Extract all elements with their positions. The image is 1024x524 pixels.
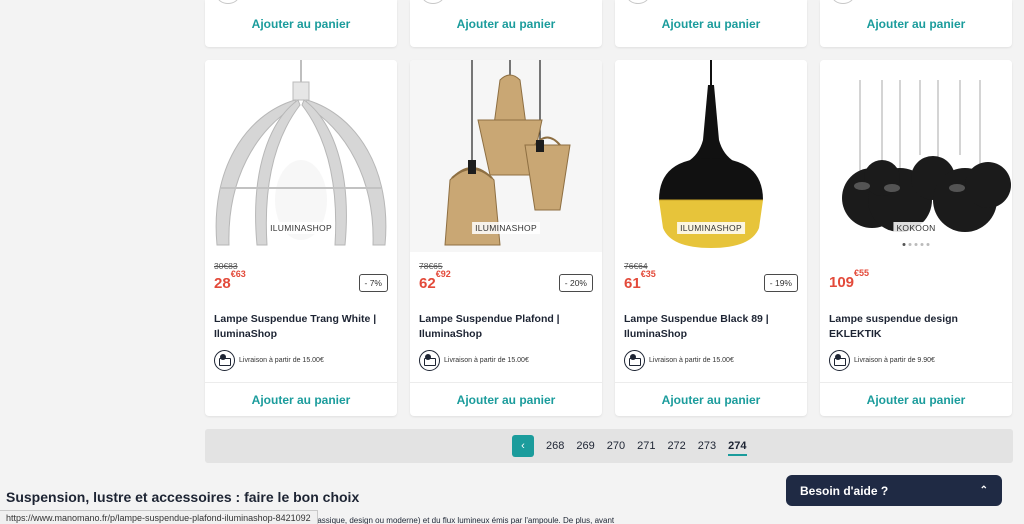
product-card-footer: Ajouter au panier — [820, 0, 1012, 47]
current-price: 62€92 — [419, 269, 451, 292]
delivery-text: Livraison à partir de 9.90€ — [854, 357, 935, 364]
page-link[interactable]: 271 — [631, 440, 661, 452]
delivery-text: Livraison à partir de 15.00€ — [444, 357, 529, 364]
price-decimal: €35 — [640, 269, 656, 279]
carousel-dot[interactable] — [908, 243, 912, 246]
delivery-icon — [419, 350, 440, 371]
delivery-info: Livraison à partir de 15.00€ — [214, 350, 388, 371]
page-link[interactable]: 272 — [661, 440, 691, 452]
image-carousel-dots[interactable] — [902, 243, 930, 246]
add-to-cart-button[interactable]: Ajouter au panier — [662, 17, 761, 31]
price-integer: 61 — [624, 275, 641, 292]
page-link-current[interactable]: 274 — [722, 440, 752, 456]
delivery-icon — [829, 350, 850, 371]
current-price: 61€35 — [624, 269, 656, 292]
price-integer: 62 — [419, 275, 436, 292]
add-to-cart-button[interactable]: Ajouter au panier — [252, 393, 351, 407]
delivery-info: Livraison à partir de 9.90€ — [829, 350, 1003, 371]
current-price: 28€63 — [214, 269, 246, 292]
page-link[interactable]: 270 — [601, 440, 631, 452]
seller-badge: ILUMINASHOP — [267, 222, 335, 234]
add-to-cart-button[interactable]: Ajouter au panier — [457, 17, 556, 31]
help-label: Besoin d'aide ? — [800, 483, 889, 498]
price-decimal: €92 — [435, 269, 451, 279]
card-footer: Ajouter au panier — [615, 382, 807, 416]
delivery-icon — [832, 0, 854, 4]
product-card[interactable]: ILUMINASHOP 30€83 28€63 - 7% Lampe Suspe… — [205, 60, 397, 416]
status-url: https://www.manomano.fr/p/lampe-suspendu… — [0, 510, 318, 524]
price-block: 76€64 61€35 - 19% — [624, 261, 798, 301]
carousel-dot[interactable] — [926, 243, 930, 246]
seller-badge: KOKOON — [893, 222, 939, 234]
delivery-info: Livraison à partir de 15.00€ — [419, 350, 593, 371]
product-card[interactable]: ILUMINASHOP 76€64 61€35 - 19% Lampe Susp… — [615, 60, 807, 416]
chevron-up-icon: ⌃ — [979, 485, 988, 496]
help-button[interactable]: Besoin d'aide ? ⌃ — [786, 475, 1002, 506]
product-image[interactable]: ILUMINASHOP — [615, 60, 807, 252]
discount-badge: - 7% — [358, 274, 388, 292]
delivery-icon — [624, 350, 645, 371]
product-image[interactable]: ILUMINASHOP — [205, 60, 397, 252]
delivery-icon — [422, 0, 444, 4]
add-to-cart-button[interactable]: Ajouter au panier — [867, 17, 966, 31]
delivery-icon — [214, 350, 235, 371]
product-image[interactable]: ILUMINASHOP — [410, 60, 602, 252]
card-footer: Ajouter au panier — [410, 382, 602, 416]
delivery-icon — [217, 0, 239, 4]
card-footer: Ajouter au panier — [820, 382, 1012, 416]
delivery-info: Livraison à partir de 15.00€ — [624, 350, 798, 371]
product-card-footer: Ajouter au panier — [410, 0, 602, 47]
add-to-cart-button[interactable]: Ajouter au panier — [252, 17, 351, 31]
section-title: Suspension, lustre et accessoires : fair… — [6, 489, 360, 505]
product-card-footer: Ajouter au panier — [615, 0, 807, 47]
delivery-text: Livraison à partir de 15.00€ — [239, 357, 324, 364]
product-card[interactable]: KOKOON 109€55 Lampe suspendue design EKL… — [820, 60, 1012, 416]
current-price: 109€55 — [829, 268, 869, 291]
add-to-cart-button[interactable]: Ajouter au panier — [867, 393, 966, 407]
product-title[interactable]: Lampe Suspendue Plafond | IluminaShop — [419, 312, 593, 342]
previous-row: Ajouter au panier Ajouter au panier Ajou… — [205, 0, 1012, 47]
pagination: ‹ 268 269 270 271 272 273 274 — [205, 429, 1013, 463]
price-block: 30€83 28€63 - 7% — [214, 261, 388, 301]
product-card[interactable]: ILUMINASHOP 78€65 62€92 - 20% Lampe Susp… — [410, 60, 602, 416]
product-title[interactable]: Lampe Suspendue Trang White | IluminaSho… — [214, 312, 388, 342]
price-block: 78€65 62€92 - 20% — [419, 261, 593, 301]
add-to-cart-button[interactable]: Ajouter au panier — [457, 393, 556, 407]
price-decimal: €55 — [854, 268, 870, 278]
price-integer: 109 — [829, 274, 855, 291]
add-to-cart-button[interactable]: Ajouter au panier — [662, 393, 761, 407]
page-link[interactable]: 269 — [570, 440, 600, 452]
card-footer: Ajouter au panier — [205, 382, 397, 416]
page-link[interactable]: 273 — [692, 440, 722, 452]
discount-badge: - 19% — [763, 274, 798, 292]
carousel-dot[interactable] — [902, 243, 906, 246]
product-title[interactable]: Lampe Suspendue Black 89 | IluminaShop — [624, 312, 798, 342]
carousel-dot[interactable] — [914, 243, 918, 246]
chevron-left-icon[interactable]: ‹ — [512, 435, 534, 457]
product-title[interactable]: Lampe suspendue design EKLEKTIK — [829, 312, 1003, 342]
product-grid: ILUMINASHOP 30€83 28€63 - 7% Lampe Suspe… — [205, 60, 1012, 416]
discount-badge: - 20% — [558, 274, 593, 292]
page: Ajouter au panier Ajouter au panier Ajou… — [0, 0, 1024, 524]
price-block: 109€55 — [829, 261, 1003, 301]
carousel-dot[interactable] — [920, 243, 924, 246]
seller-badge: ILUMINASHOP — [472, 222, 540, 234]
page-link[interactable]: 268 — [540, 440, 570, 452]
price-integer: 28 — [214, 275, 231, 292]
product-card-footer: Ajouter au panier — [205, 0, 397, 47]
price-decimal: €63 — [230, 269, 246, 279]
delivery-text: Livraison à partir de 15.00€ — [649, 357, 734, 364]
delivery-icon — [627, 0, 649, 4]
product-image[interactable]: KOKOON — [820, 60, 1012, 252]
seller-badge: ILUMINASHOP — [677, 222, 745, 234]
